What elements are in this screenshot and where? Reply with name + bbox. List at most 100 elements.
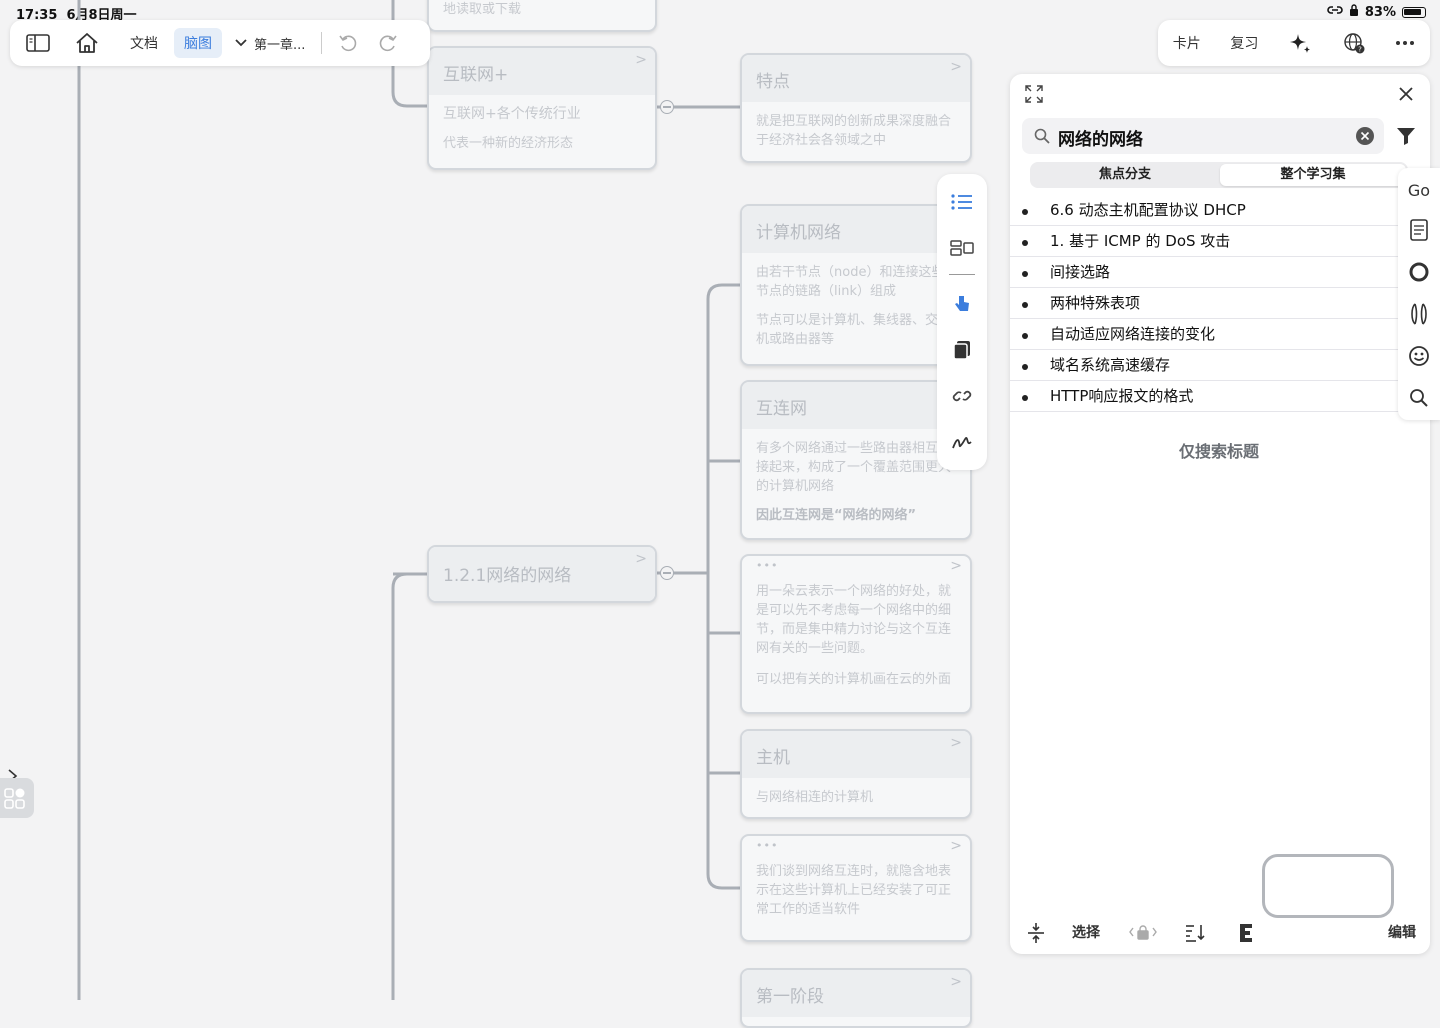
node-body: 与网络相连的计算机 bbox=[756, 790, 874, 805]
search-titles-only-button[interactable]: 仅搜索标题 bbox=[1010, 438, 1428, 462]
layout-icon[interactable] bbox=[950, 236, 974, 260]
undo-icon[interactable] bbox=[328, 28, 368, 58]
scope-segmented-control: 焦点分支 整个学习集 bbox=[1030, 162, 1408, 188]
emoji-icon[interactable] bbox=[1407, 344, 1431, 368]
node-cloud-note[interactable]: ••• > 用一朵云表示一个网络的好处，就是可以先不考虑每一个网络中的细节，而是… bbox=[740, 554, 972, 714]
result-item[interactable]: HTTP响应报文的格式 bbox=[1010, 381, 1406, 412]
copy-icon[interactable] bbox=[950, 338, 974, 362]
node-title-text: 互连网 bbox=[756, 399, 807, 419]
node-title: 1.2.1网络的网络 > bbox=[429, 547, 655, 601]
node-stage-one[interactable]: 第一阶段 > bbox=[740, 968, 972, 1028]
redo-icon[interactable] bbox=[368, 28, 408, 58]
sparkle-icon[interactable] bbox=[1278, 28, 1322, 58]
node-paragraph: 因此互连网是“网络的网络” bbox=[756, 508, 917, 523]
expand-icon[interactable] bbox=[1024, 84, 1044, 108]
doc-tab[interactable]: 文档 bbox=[120, 28, 168, 58]
toolbar-divider bbox=[321, 32, 323, 54]
format-icon[interactable] bbox=[1238, 922, 1254, 948]
node-title-text: 第一阶段 bbox=[756, 987, 824, 1007]
chevron-right-icon[interactable]: > bbox=[635, 52, 647, 68]
sort-icon[interactable] bbox=[1184, 922, 1206, 948]
chevron-right-icon[interactable]: > bbox=[950, 838, 962, 854]
node-internet-plus[interactable]: 互联网+ > 互联网+各个传统行业 代表一种新的经济形态 bbox=[427, 46, 657, 170]
node-title: 互连网 bbox=[742, 382, 970, 429]
select-button[interactable]: 选择 bbox=[1072, 922, 1100, 942]
bracket-icon[interactable] bbox=[1407, 302, 1431, 326]
top-right-toolbar: 卡片 复习 ? bbox=[1158, 20, 1430, 66]
search-panel: 网络的网络 焦点分支 整个学习集 6.6 动态主机配置协议 DHCP 1. 基于… bbox=[1010, 74, 1430, 954]
lock-icon bbox=[1349, 4, 1359, 20]
node-interconnect-note[interactable]: ••• > 我们谈到网络互连时，就隐含地表示在这些计算机上已经安装了可正常工作的… bbox=[740, 834, 972, 942]
segment-focus-branch[interactable]: 焦点分支 bbox=[1032, 164, 1218, 186]
chevron-down-icon[interactable] bbox=[224, 28, 248, 58]
result-item[interactable]: 自动适应网络连接的变化 bbox=[1010, 319, 1406, 350]
apps-button[interactable] bbox=[0, 778, 34, 818]
result-item[interactable]: 1. 基于 ICMP 的 DoS 攻击 bbox=[1010, 226, 1406, 257]
node-title-text: 1.2.1网络的网络 bbox=[443, 566, 572, 586]
blank-button[interactable] bbox=[1262, 854, 1394, 918]
sidebar-toggle-icon[interactable] bbox=[10, 28, 60, 58]
scribble-icon[interactable] bbox=[950, 430, 974, 454]
search-query: 网络的网络 bbox=[1058, 130, 1143, 150]
segment-whole-set[interactable]: 整个学习集 bbox=[1220, 164, 1406, 186]
home-icon[interactable] bbox=[60, 28, 110, 58]
breadcrumb[interactable]: 第一章... bbox=[248, 28, 315, 58]
divider bbox=[949, 274, 975, 275]
panel-bottom-bar: 选择 编辑 bbox=[1010, 918, 1430, 948]
result-item[interactable]: 间接选路 bbox=[1010, 257, 1406, 288]
clear-icon[interactable] bbox=[1356, 127, 1374, 149]
node-title-text: 计算机网络 bbox=[756, 223, 841, 243]
search-input[interactable]: 网络的网络 bbox=[1022, 118, 1384, 154]
link-icon[interactable] bbox=[950, 384, 974, 408]
node-paragraph: 用一朵云表示一个网络的好处，就是可以先不考虑每一个网络中的细节，而是集中精力讨论… bbox=[756, 584, 952, 656]
chevron-right-icon[interactable]: > bbox=[635, 551, 647, 567]
search-icon[interactable] bbox=[1407, 386, 1431, 410]
node-host[interactable]: 主机 > 与网络相连的计算机 bbox=[740, 729, 972, 819]
cards-button[interactable]: 卡片 bbox=[1163, 28, 1211, 58]
node-title: 计算机网络 bbox=[742, 206, 970, 253]
dictionary-icon[interactable] bbox=[1407, 218, 1431, 242]
list-icon[interactable] bbox=[950, 190, 974, 214]
node-title-text: 特点 bbox=[756, 72, 790, 92]
circle-icon[interactable] bbox=[1407, 260, 1431, 284]
search-results: 6.6 动态主机配置协议 DHCP 1. 基于 ICMP 的 DoS 攻击 间接… bbox=[1010, 195, 1406, 412]
node-title: 互联网+ > bbox=[429, 48, 655, 95]
node-network-of-networks[interactable]: 1.2.1网络的网络 > bbox=[427, 545, 657, 603]
link-icon bbox=[1327, 4, 1343, 20]
review-button[interactable]: 复习 bbox=[1220, 28, 1268, 58]
lock-toggle-icon[interactable] bbox=[1128, 924, 1158, 944]
node-paragraph: 节点可以是计算机、集线器、交换机或路由器等 bbox=[756, 313, 952, 347]
node-title: 第一阶段 > bbox=[742, 970, 970, 1017]
filter-icon[interactable] bbox=[1396, 126, 1416, 150]
edit-button[interactable]: 编辑 bbox=[1388, 922, 1416, 942]
node-feature[interactable]: 特点 > 就是把互联网的创新成果深度融合于经济社会各领域之中 bbox=[740, 53, 972, 163]
node-body: 就是把互联网的创新成果深度融合于经济社会各领域之中 bbox=[756, 114, 952, 148]
hand-pointer-icon[interactable] bbox=[950, 292, 974, 316]
node-paragraph: 有多个网络通过一些路由器相互连接起来，构成了一个覆盖范围更大的计算机网络 bbox=[756, 441, 952, 494]
node-line: 代表一种新的经济形态 bbox=[443, 136, 574, 151]
battery-percent: 83% bbox=[1364, 4, 1396, 20]
chevron-right-icon[interactable]: > bbox=[950, 59, 962, 75]
web-help-icon[interactable]: ? bbox=[1332, 28, 1376, 58]
chevron-right-icon[interactable]: > bbox=[950, 974, 962, 990]
node-title-text: 主机 bbox=[756, 748, 790, 768]
mindmap-tab[interactable]: 脑图 bbox=[174, 28, 222, 58]
search-icon bbox=[1034, 128, 1050, 148]
chevron-right-icon[interactable]: > bbox=[950, 558, 962, 574]
close-icon[interactable] bbox=[1398, 86, 1414, 106]
chevron-right-icon[interactable]: > bbox=[950, 735, 962, 751]
expand-collapse-icon[interactable] bbox=[1026, 922, 1046, 948]
node-partial-top[interactable]: 地读取或下载 bbox=[427, 0, 657, 32]
more-icon[interactable] bbox=[1385, 28, 1425, 58]
result-item[interactable]: 两种特殊表项 bbox=[1010, 288, 1406, 319]
collapse-toggle[interactable] bbox=[660, 100, 674, 114]
node-title: 主机 > bbox=[742, 731, 970, 778]
node-paragraph: 可以把有关的计算机画在云的外面 bbox=[756, 672, 952, 687]
tool-column bbox=[937, 174, 987, 470]
go-button[interactable]: Go bbox=[1407, 178, 1431, 202]
node-line: 互联网+各个传统行业 bbox=[443, 106, 581, 122]
collapse-toggle[interactable] bbox=[660, 566, 674, 580]
result-item[interactable]: 域名系统高速缓存 bbox=[1010, 350, 1406, 381]
result-item[interactable]: 6.6 动态主机配置协议 DHCP bbox=[1010, 195, 1406, 226]
svg-text:?: ? bbox=[1358, 46, 1362, 54]
